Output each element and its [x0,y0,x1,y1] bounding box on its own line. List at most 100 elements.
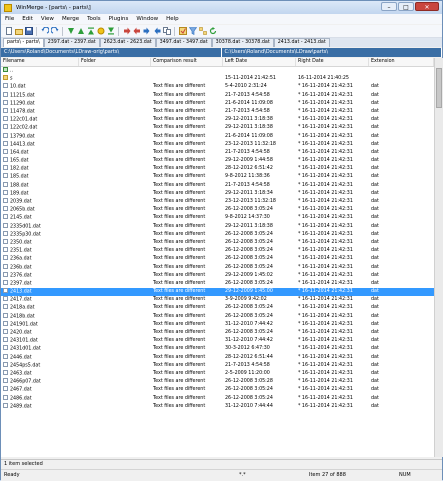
table-row[interactable]: 10.dat Text files are different 5-4-2010 2… [1,83,434,91]
filename-text: 164.dat [10,150,29,156]
extension-cell: dat [371,280,379,286]
title-bar[interactable]: WinMerge - [parts\ - parts\] – □ ✕ [1,1,442,14]
right-date-cell: * 16-11-2014 21:42:31 [298,354,353,360]
close-button[interactable]: ✕ [415,2,439,11]
tab-parts[interactable]: parts\ - parts\ [3,38,44,47]
table-row[interactable]: 11290.dat Text files are different 21-6-20… [1,99,434,108]
column-comparison-result[interactable]: Comparison result [151,58,223,66]
menu-window[interactable]: Window [132,16,162,22]
table-row[interactable]: 2463.dat Text files are different 2-5-2009… [1,369,434,378]
table-row[interactable]: 236a.dat Text files are different 26-12-20… [1,255,434,263]
table-row[interactable]: 122c02.dat Text files are different 29-12-… [1,124,434,132]
table-row[interactable]: 14413.dat Text files are different 23-12-2… [1,140,434,149]
copy-right-advance-icon[interactable] [142,27,151,36]
table-row[interactable]: 11215.dat Text files are different 21-7-20… [1,91,434,100]
table-row[interactable]: 2431d01.dat Text files are different 30-3-… [1,345,434,353]
table-row[interactable]: 2376.dat Text files are different 29-12-20… [1,271,434,280]
column-filename[interactable]: Filename [1,58,79,66]
save-icon[interactable] [24,27,33,36]
menu-file[interactable]: File [1,16,18,22]
table-row[interactable]: 2145.dat Text files are different 9-8-2012… [1,214,434,222]
right-date-cell: * 16-11-2014 21:42:31 [298,370,353,376]
copy-right-icon[interactable] [122,27,131,36]
scrollbar-thumb[interactable] [436,68,442,108]
menu-edit[interactable]: Edit [18,16,37,22]
filter-icon[interactable] [188,27,197,36]
table-row[interactable]: 241901.dat Text files are different 31-12-… [1,320,434,329]
menu-merge[interactable]: Merge [58,16,83,22]
left-date-cell: 26-12-2008 3:05:24 [225,280,273,286]
table-row[interactable]: 2467.dat Text files are different 26-12-20… [1,386,434,394]
table-row[interactable]: 2420.dat Text files are different 26-12-20… [1,329,434,337]
filename-cell: 10.dat [1,83,79,91]
table-row[interactable]: 2486.dat Text files are different 26-12-20… [1,394,434,403]
table-row[interactable]: 2489.dat Text files are different 31-12-20… [1,402,434,411]
vertical-scrollbar[interactable] [434,58,443,457]
last-diff-icon[interactable] [106,27,115,36]
copy-all-icon[interactable] [162,27,171,36]
table-row[interactable]: 2335d01.dat Text files are different 29-12… [1,222,434,231]
table-row[interactable]: 185.dat Text files are different 9-8-2012 … [1,173,434,181]
table-row[interactable]: 2418a.dat Text files are different 26-12-2… [1,304,434,312]
undo-icon[interactable] [40,27,49,36]
folder-cell [79,403,151,411]
right-path[interactable]: C:\Users\Roland\Documents\LDraw\parts\ [221,48,442,57]
text-file-icon [3,255,8,261]
table-row[interactable]: 2350.dat Text files are different 26-12-20… [1,238,434,247]
table-row[interactable]: .. [1,67,434,75]
table-row[interactable]: 164.dat Text files are different 21-7-2013… [1,148,434,157]
table-row[interactable]: 2413.dat Text files are different 29-12-20… [1,288,434,297]
menu-view[interactable]: View [37,16,58,22]
table-row[interactable]: 2417.dat Text files are different 3-9-2009… [1,296,434,304]
tab-2413[interactable]: 2413.dat - 2413.dat [273,38,330,47]
table-row[interactable]: 122c01.dat Text files are different 29-12-… [1,116,434,124]
table-row[interactable]: 11478.dat Text files are different 21-7-20… [1,107,434,116]
table-row[interactable]: 236b.dat Text files are different 26-12-20… [1,263,434,272]
tab-2397[interactable]: 2397.dat - 2397.dat [43,38,100,47]
current-diff-icon[interactable] [96,27,105,36]
refresh-icon[interactable] [208,27,217,36]
table-row[interactable]: 2418b.dat Text files are different 26-12-2… [1,312,434,321]
column-right-date[interactable]: Right Date [296,58,369,66]
column-left-date[interactable]: Left Date [223,58,296,66]
minimize-button[interactable]: – [381,2,397,11]
table-row[interactable]: 2351.dat Text files are different 26-12-20… [1,247,434,255]
open-folder-icon[interactable] [14,27,23,36]
tab-3497[interactable]: 3497.dat - 3497.dat [155,38,212,47]
column-extension[interactable]: Extension [369,58,434,66]
table-row[interactable]: 2039.dat Text files are different 23-12-20… [1,198,434,206]
column-folder[interactable]: Folder [79,58,151,66]
table-row[interactable]: 2446.dat Text files are different 28-12-20… [1,353,434,362]
maximize-button[interactable]: □ [398,2,414,11]
next-diff-icon[interactable] [66,27,75,36]
menu-plugins[interactable]: Plugins [105,16,133,22]
tab-30378[interactable]: 30378.dat - 30378.dat [211,38,274,47]
menu-help[interactable]: Help [162,16,183,22]
table-row[interactable]: 243101.dat Text files are different 31-12-… [1,337,434,345]
table-row[interactable]: 2466p07.dat Text files are different 26-12… [1,378,434,386]
redo-icon[interactable] [50,27,59,36]
copy-left-icon[interactable] [132,27,141,36]
table-row[interactable]: 165.dat Text files are different 29-12-200… [1,157,434,165]
selection-status: 1 item selected [1,459,442,469]
table-row[interactable]: 2397.dat Text files are different 26-12-20… [1,279,434,288]
prev-diff-icon[interactable] [76,27,85,36]
table-row[interactable]: 182.dat Text files are different 28-12-201… [1,165,434,173]
copy-left-advance-icon[interactable] [152,27,161,36]
table-row[interactable]: 188.dat Text files are different 21-7-2013… [1,181,434,190]
comparison-result-cell: Text files are different [153,133,206,139]
table-row[interactable]: 13790.dat Text files are different 21-6-20… [1,132,434,141]
table-row[interactable]: 2065b.dat Text files are different 26-12-2… [1,206,434,214]
tree-mode-icon[interactable] [198,27,207,36]
comparison-result-cell: Text files are different [153,330,206,335]
tab-2623[interactable]: 2623.dat - 2623.dat [99,38,156,47]
new-document-icon[interactable] [4,27,13,36]
table-row[interactable]: 2454ps5.dat Text files are different 21-7-… [1,361,434,370]
left-path[interactable]: C:\Users\Roland\Documents\LDraw-orig\par… [1,48,222,57]
options-icon[interactable] [178,27,187,36]
table-row[interactable]: 2335p30.dat Text files are different 26-12… [1,230,434,239]
first-diff-icon[interactable] [86,27,95,36]
table-row[interactable]: 189.dat Text files are different 29-12-201… [1,189,434,198]
menu-tools[interactable]: Tools [83,16,105,22]
table-row[interactable]: s 15-11-2014 21:42:51 16-11-2014 21:40:25 [1,75,434,83]
